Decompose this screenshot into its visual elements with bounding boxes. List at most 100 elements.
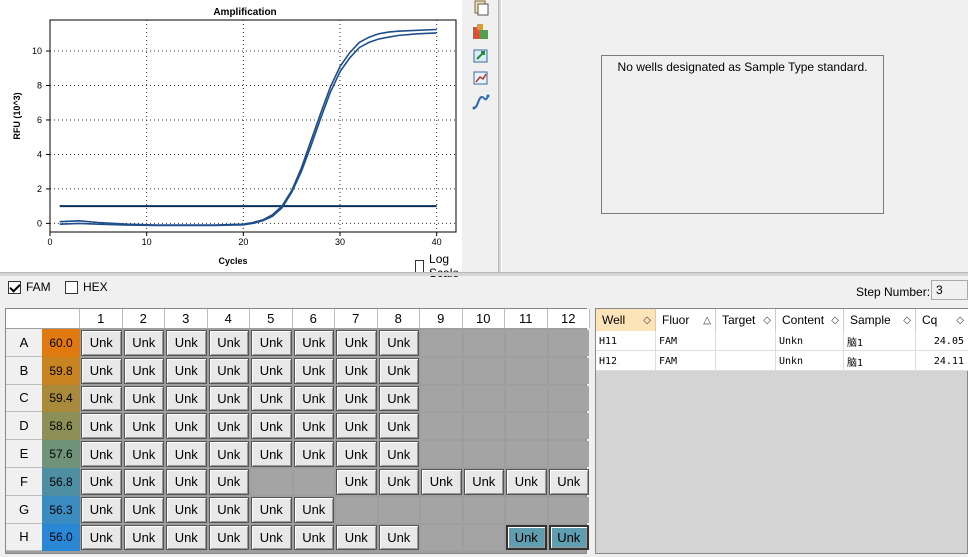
results-header-content[interactable]: Content ◇ xyxy=(776,309,844,331)
plate-well-empty[interactable] xyxy=(506,441,547,467)
plate-well[interactable]: Unk xyxy=(166,496,207,523)
plate-well-empty[interactable] xyxy=(506,496,547,523)
plate-column-header[interactable]: 6 xyxy=(292,309,335,328)
plate-well[interactable]: Unk xyxy=(123,357,164,384)
plate-row-header[interactable]: F xyxy=(6,468,42,496)
results-cell-sample[interactable]: 脑1 xyxy=(844,331,916,351)
plate-well-empty[interactable] xyxy=(421,413,462,440)
results-row[interactable]: H12 FAM Unkn 脑1 24.11 xyxy=(596,351,968,371)
plate-well[interactable]: Unk xyxy=(336,385,377,412)
plate-column-header[interactable]: 1 xyxy=(80,309,123,328)
plate-well-empty[interactable] xyxy=(506,330,547,356)
plate-well-empty[interactable] xyxy=(463,385,504,412)
plate-well[interactable]: Unk xyxy=(293,357,334,384)
plate-well[interactable]: Unk xyxy=(166,357,207,384)
results-cell-target[interactable] xyxy=(716,331,776,351)
plate-well[interactable]: Unk xyxy=(166,413,207,440)
plate-well[interactable]: Unk xyxy=(251,330,292,356)
sort-icon[interactable]: ◇ xyxy=(643,315,651,326)
plate-well-selected[interactable]: Unk xyxy=(506,524,547,551)
results-header-cq[interactable]: Cq ◇ xyxy=(916,309,968,331)
plate-well-empty[interactable] xyxy=(463,413,504,440)
plate-well[interactable]: Unk xyxy=(293,413,334,440)
refresh-icon[interactable] xyxy=(472,48,490,64)
plate-well[interactable]: Unk xyxy=(166,330,207,356)
plate-well-selected[interactable]: Unk xyxy=(548,524,589,551)
plate-well[interactable]: Unk xyxy=(336,357,377,384)
results-header-well[interactable]: Well ◇ xyxy=(596,309,656,331)
plate-well-empty[interactable] xyxy=(548,385,589,412)
plate-well-empty[interactable] xyxy=(506,385,547,412)
plate-well[interactable]: Unk xyxy=(81,330,122,356)
plate-well[interactable]: Unk xyxy=(378,385,419,412)
fam-checkbox[interactable]: FAM xyxy=(8,280,51,294)
plate-well[interactable]: Unk xyxy=(166,385,207,412)
plate-well[interactable]: Unk xyxy=(251,441,292,467)
plate-well-empty[interactable] xyxy=(548,496,589,523)
chart-settings-icon[interactable] xyxy=(472,70,490,86)
plate-well-empty[interactable] xyxy=(421,524,462,551)
sort-icon[interactable]: ◇ xyxy=(763,315,771,326)
plate-well[interactable]: Unk xyxy=(251,496,292,523)
results-row[interactable]: H11 FAM Unkn 脑1 24.05 xyxy=(596,331,968,351)
plate-well[interactable]: Unk xyxy=(378,441,419,467)
plate-well[interactable]: Unk xyxy=(81,496,122,523)
export-icon[interactable] xyxy=(472,24,490,40)
plate-well[interactable]: Unk xyxy=(293,496,334,523)
plate-well[interactable]: Unk xyxy=(123,385,164,412)
results-header-fluor[interactable]: Fluor △ xyxy=(656,309,716,331)
plate-row-header[interactable]: E xyxy=(6,440,42,468)
plate-well-empty[interactable] xyxy=(463,524,504,551)
plate-well[interactable]: Unk xyxy=(208,496,249,523)
plate-well-empty[interactable] xyxy=(463,330,504,356)
log-scale-box[interactable] xyxy=(415,259,425,273)
plate-column-header[interactable]: 2 xyxy=(122,309,165,328)
plate-column-header[interactable]: 3 xyxy=(165,309,208,328)
results-cell-well[interactable]: H12 xyxy=(596,351,656,371)
plate-corner[interactable] xyxy=(6,309,80,328)
plate-well[interactable]: Unk xyxy=(208,441,249,467)
plate-well-empty[interactable] xyxy=(463,496,504,523)
plate-well-empty[interactable] xyxy=(421,330,462,356)
plate-well-empty[interactable] xyxy=(421,496,462,523)
sort-icon[interactable]: ◇ xyxy=(903,315,911,326)
hex-checkbox-box[interactable] xyxy=(65,280,78,294)
step-number-field[interactable]: 3 xyxy=(931,280,968,300)
plate-well[interactable]: Unk xyxy=(336,330,377,356)
plate-well[interactable]: Unk xyxy=(548,469,589,495)
plate-well[interactable]: Unk xyxy=(336,413,377,440)
plate-well-empty[interactable] xyxy=(336,496,377,523)
plate-well-empty[interactable] xyxy=(463,441,504,467)
plate-row-header[interactable]: C xyxy=(6,384,42,413)
plate-column-header[interactable]: 10 xyxy=(462,309,505,328)
plate-well-empty[interactable] xyxy=(548,413,589,440)
plate-well[interactable]: Unk xyxy=(123,469,164,495)
plate-well[interactable]: Unk xyxy=(251,357,292,384)
plate-well[interactable]: Unk xyxy=(81,413,122,440)
plate-well[interactable]: Unk xyxy=(208,469,249,495)
plate-well[interactable]: Unk xyxy=(123,441,164,467)
plate-well-empty[interactable] xyxy=(506,413,547,440)
plate-well[interactable]: Unk xyxy=(81,524,122,551)
plate-well[interactable]: Unk xyxy=(293,385,334,412)
plate-column-header[interactable]: 11 xyxy=(505,309,548,328)
plate-column-header[interactable]: 7 xyxy=(335,309,378,328)
plate-well[interactable]: Unk xyxy=(81,385,122,412)
results-cell-fluor[interactable]: FAM xyxy=(656,351,716,371)
plate-well[interactable]: Unk xyxy=(378,413,419,440)
plate-well[interactable]: Unk xyxy=(123,524,164,551)
results-cell-fluor[interactable]: FAM xyxy=(656,331,716,351)
plate-well[interactable]: Unk xyxy=(378,330,419,356)
plate-row-header[interactable]: H xyxy=(6,523,42,552)
results-header-target[interactable]: Target ◇ xyxy=(716,309,776,331)
fam-checkbox-box[interactable] xyxy=(8,280,21,294)
plate-well-empty[interactable] xyxy=(548,357,589,384)
plate-column-header[interactable]: 4 xyxy=(207,309,250,328)
plate-well-empty[interactable] xyxy=(421,385,462,412)
sort-ascending-icon[interactable]: △ xyxy=(703,315,711,326)
results-cell-target[interactable] xyxy=(716,351,776,371)
plate-well[interactable]: Unk xyxy=(506,469,547,495)
plate-well[interactable]: Unk xyxy=(208,385,249,412)
plate-well[interactable]: Unk xyxy=(336,524,377,551)
plate-well-empty[interactable] xyxy=(548,441,589,467)
